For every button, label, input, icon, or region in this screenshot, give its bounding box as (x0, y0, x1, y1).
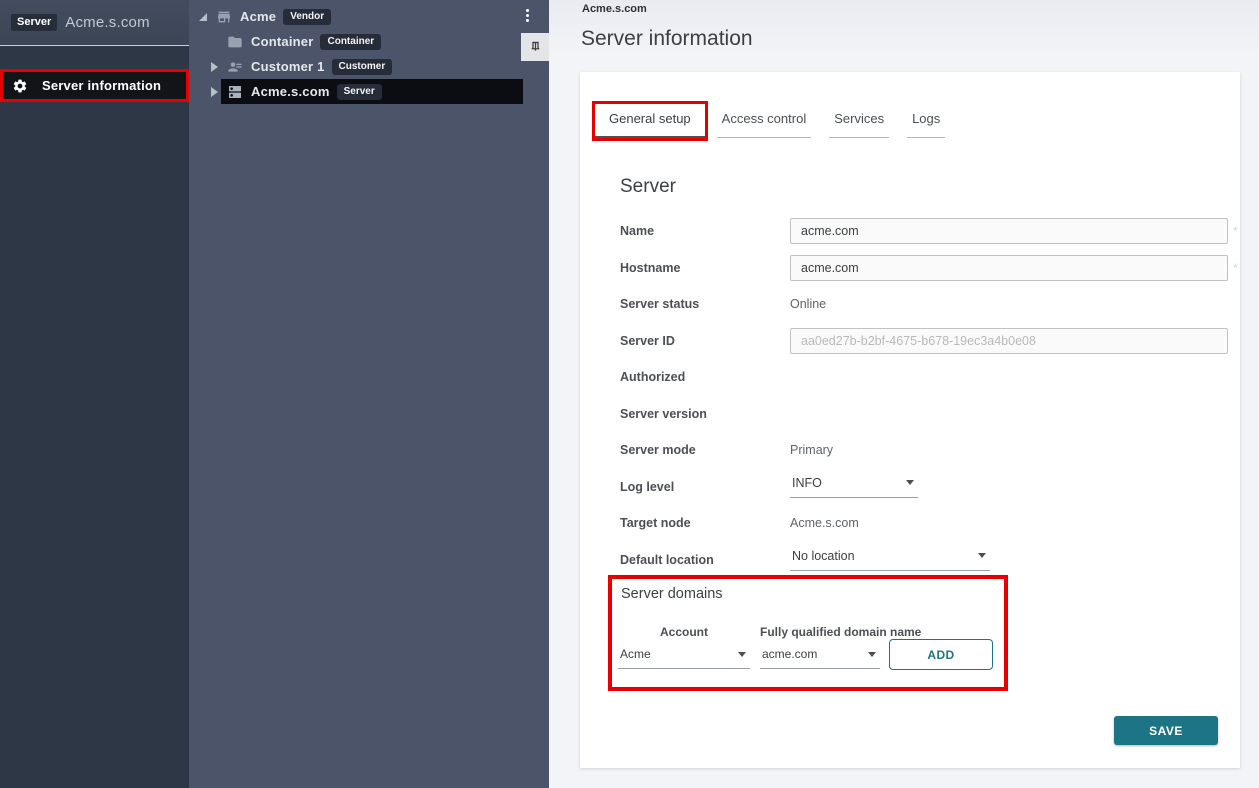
form-row-server-version: Server version (620, 396, 1228, 433)
tab-bar: General setup Access control Services Lo… (592, 101, 954, 141)
sidebar-item-server-information[interactable]: Server information (0, 69, 189, 102)
pin-icon (528, 40, 543, 55)
tree-node-type-badge: Customer (332, 59, 393, 75)
server-form: Name * Hostname * Server status Online S… (620, 213, 1228, 578)
tab-services[interactable]: Services (829, 101, 889, 138)
chevron-down-icon (738, 652, 746, 657)
tree-node-container[interactable]: Container Container (189, 29, 549, 54)
store-icon (216, 9, 232, 25)
tree-menu-ellipsis-icon[interactable] (524, 7, 531, 24)
required-asterisk: * (1233, 261, 1238, 275)
folder-icon (227, 34, 243, 50)
tree-node-customer[interactable]: Customer 1 Customer (189, 54, 549, 79)
name-input[interactable] (790, 218, 1228, 244)
field-label: Default location (620, 553, 790, 567)
tree-node-label: Acme (240, 9, 276, 24)
breadcrumb: Acme.s.com (582, 3, 647, 15)
server-icon (227, 84, 243, 100)
pin-panel-button[interactable] (521, 33, 549, 61)
server-information-card: General setup Access control Services Lo… (580, 72, 1240, 768)
expand-toggle-icon[interactable] (211, 87, 218, 97)
field-label: Target node (620, 516, 790, 530)
required-asterisk: * (1233, 224, 1238, 238)
account-select[interactable]: Acme (618, 647, 750, 669)
account-column: Account Acme (618, 625, 750, 669)
tree-node-label: Customer 1 (251, 59, 325, 74)
target-node-value: Acme.s.com (790, 516, 859, 530)
chevron-down-icon (978, 553, 986, 558)
chevron-down-icon (906, 480, 914, 485)
form-row-server-id: Server ID (620, 323, 1228, 360)
save-button[interactable]: SAVE (1114, 716, 1218, 745)
fqdn-select[interactable]: acme.com (760, 647, 880, 669)
hostname-input[interactable] (790, 255, 1228, 281)
field-label: Log level (620, 480, 790, 494)
form-row-authorized: Authorized (620, 359, 1228, 396)
fqdn-column-header: Fully qualified domain name (760, 625, 880, 639)
server-status-value: Online (790, 297, 826, 311)
tree-node-type-badge: Container (320, 34, 381, 50)
tree-node-type-badge: Vendor (283, 9, 331, 25)
tab-access-control[interactable]: Access control (717, 101, 812, 138)
fqdn-value: acme.com (762, 647, 817, 661)
form-row-hostname: Hostname * (620, 250, 1228, 287)
log-level-value: INFO (792, 476, 822, 490)
page-title: Server information (581, 27, 753, 51)
tree-node-server[interactable]: Acme.s.com Server (189, 79, 549, 104)
add-domain-button[interactable]: ADD (889, 639, 993, 670)
field-label: Server status (620, 297, 790, 311)
tab-logs[interactable]: Logs (907, 101, 945, 138)
gear-icon (12, 78, 28, 94)
server-id-input (790, 328, 1228, 354)
account-value: Acme (620, 647, 651, 661)
section-heading-server: Server (620, 176, 676, 198)
tree-node-selected-highlight[interactable]: Acme.s.com Server (221, 79, 523, 104)
form-row-server-mode: Server mode Primary (620, 432, 1228, 469)
sidebar-item-label: Server information (42, 78, 161, 93)
tab-general-setup[interactable]: General setup (595, 104, 705, 138)
chevron-down-icon (868, 652, 876, 657)
field-label: Server ID (620, 334, 790, 348)
tree-node-label: Container (251, 34, 313, 49)
expand-toggle-icon[interactable] (199, 13, 207, 21)
form-row-name: Name * (620, 213, 1228, 250)
field-label: Hostname (620, 261, 790, 275)
fqdn-column: Fully qualified domain name acme.com (760, 625, 880, 669)
default-location-select[interactable]: No location (790, 549, 990, 571)
server-domains-heading: Server domains (621, 586, 723, 602)
field-label: Name (620, 224, 790, 238)
field-label: Server version (620, 407, 790, 421)
tree-node-type-badge: Server (337, 84, 382, 100)
main-content: Acme.s.com Server information General se… (549, 0, 1259, 788)
left-sidebar: Server Acme.s.com Server information (0, 0, 189, 788)
annotation-box-general-setup: General setup (592, 101, 708, 141)
sidebar-header: Server Acme.s.com (0, 0, 189, 46)
form-row-server-status: Server status Online (620, 286, 1228, 323)
expand-toggle-icon[interactable] (211, 62, 218, 72)
server-type-badge: Server (11, 14, 57, 31)
user-icon (227, 59, 243, 75)
server-domains-section: Server domains Account Acme Fully qualif… (608, 575, 1008, 691)
object-tree-panel: Acme Vendor Container Container Customer… (189, 0, 549, 788)
log-level-select[interactable]: INFO (790, 476, 918, 498)
form-row-target-node: Target node Acme.s.com (620, 505, 1228, 542)
field-label: Authorized (620, 370, 790, 384)
tree-node-label: Acme.s.com (251, 84, 330, 99)
account-column-header: Account (618, 625, 750, 639)
sidebar-title: Acme.s.com (65, 14, 150, 31)
server-mode-value: Primary (790, 443, 833, 457)
form-row-default-location: Default location No location (620, 542, 1228, 579)
field-label: Server mode (620, 443, 790, 457)
default-location-value: No location (792, 549, 855, 563)
form-row-log-level: Log level INFO (620, 469, 1228, 506)
tree-node-vendor[interactable]: Acme Vendor (189, 4, 549, 29)
